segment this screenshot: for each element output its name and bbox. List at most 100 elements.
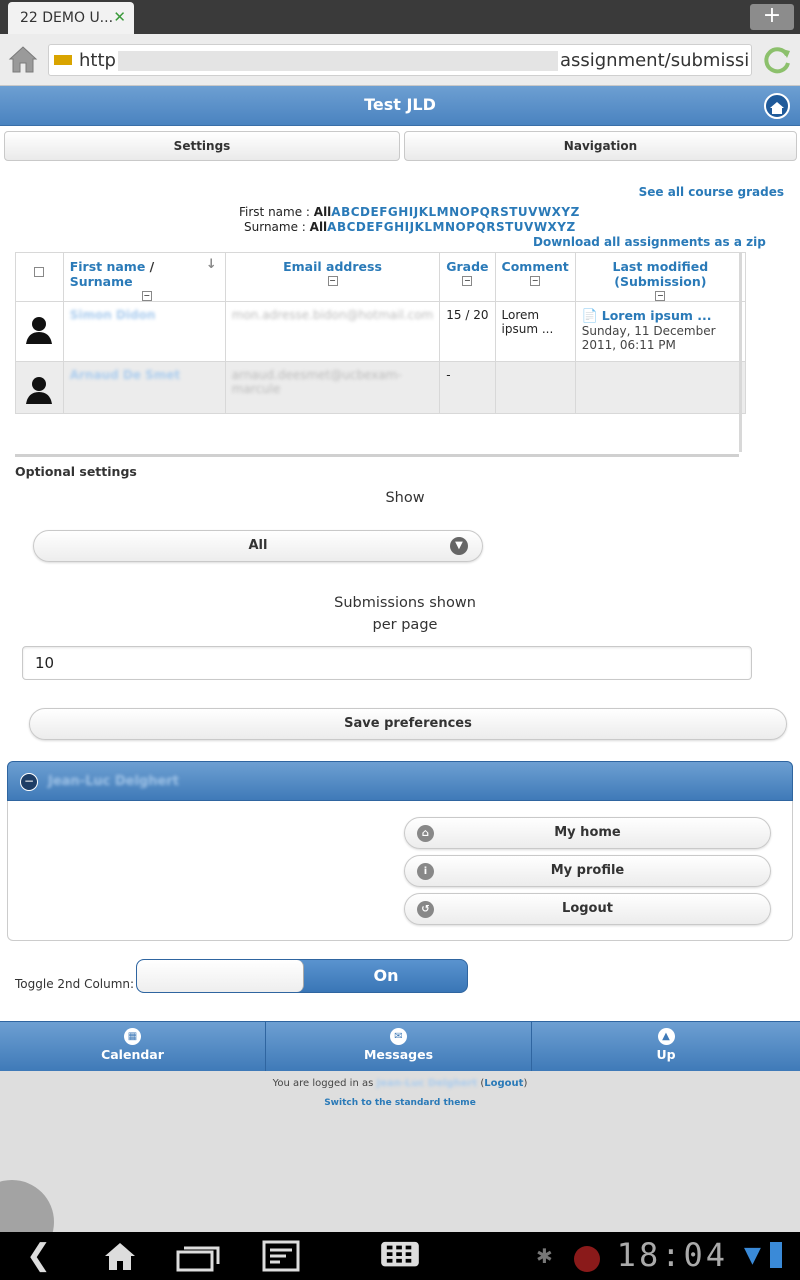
my-profile-button[interactable]: i My profile xyxy=(404,855,771,887)
table-horizontal-scrollbar[interactable] xyxy=(15,454,739,457)
page-title: Test JLD xyxy=(364,95,436,114)
show-select-value: All xyxy=(248,538,268,553)
messages-label: Messages xyxy=(363,1047,434,1062)
logout-label: Logout xyxy=(562,901,613,916)
email-cell: mon.adresse.bidon@hotmail.com xyxy=(224,301,441,362)
reload-icon[interactable] xyxy=(760,43,794,77)
system-bar: ❮ ✱ 18:04 ▼ xyxy=(0,1232,800,1280)
segment-bar: Settings Navigation xyxy=(0,128,800,164)
new-tab-button[interactable]: + xyxy=(750,4,794,30)
firstname-filter-label: First name : xyxy=(239,205,314,219)
calendar-label: Calendar xyxy=(101,1047,164,1062)
email-cell: arnaud.deesmet@ucbexam-marcule xyxy=(224,361,441,414)
grade-cell: 15 / 20 xyxy=(439,301,496,362)
optional-settings-title: Optional settings xyxy=(15,464,137,479)
table-vertical-scrollbar[interactable] xyxy=(739,252,742,452)
firstname-filter: First name : AllABCDEFGHIJKLMNOPQRSTUVWX… xyxy=(239,205,580,219)
user-block-header[interactable]: − Jean-Luc Delghert xyxy=(7,761,793,801)
url-input[interactable]: http assignment/submissi... xyxy=(48,44,752,76)
navigation-button[interactable]: Navigation xyxy=(404,131,797,161)
comment-collapse-icon[interactable]: − xyxy=(530,276,541,286)
show-select[interactable]: All ▼ xyxy=(33,530,483,562)
home-icon[interactable] xyxy=(102,1240,138,1272)
show-label: Show xyxy=(385,490,425,506)
calendar-button[interactable]: ▦ Calendar xyxy=(0,1022,266,1072)
submissions-table: First name / Surname ↓ − Email address −… xyxy=(15,252,747,414)
grade-cell: - xyxy=(439,361,496,414)
calendar-icon: ▦ xyxy=(124,1028,141,1045)
chevron-up-icon: ▲ xyxy=(657,1028,675,1045)
save-preferences-button[interactable]: Save preferences xyxy=(29,708,787,740)
firstname-filter-all: All xyxy=(313,205,332,219)
logged-in-user-link[interactable]: Jean-Luc Delghert xyxy=(376,1078,477,1089)
settings-button[interactable]: Settings xyxy=(4,131,400,161)
modified-header-label[interactable]: Last modified (Submission) xyxy=(613,259,709,289)
firstname-filter-letters[interactable]: ABCDEFGHIJKLMNOPQRSTUVWXYZ xyxy=(331,205,580,219)
email-collapse-icon[interactable]: − xyxy=(327,276,338,286)
name-collapse-icon[interactable]: − xyxy=(141,291,152,301)
student-name-link[interactable]: Arnaud De Smet xyxy=(70,368,180,382)
envelope-icon: ✉ xyxy=(390,1028,407,1045)
table-row: Simon Didon mon.adresse.bidon@hotmail.co… xyxy=(15,301,747,362)
surname-sort-link[interactable]: Surname xyxy=(70,274,133,289)
per-page-label-line-2: per page xyxy=(372,617,438,633)
switch-theme-link[interactable]: Switch to the standard theme xyxy=(324,1098,476,1108)
toggle-column-switch[interactable]: On xyxy=(136,959,468,993)
screenshot-icon[interactable] xyxy=(262,1240,300,1272)
surname-filter-letters[interactable]: ABCDEFGHIJKLMNOPQRSTUVWXYZ xyxy=(327,220,576,234)
notification-badge-icon[interactable] xyxy=(574,1246,600,1272)
surname-filter: Surname : AllABCDEFGHIJKLMNOPQRSTUVWXYZ xyxy=(244,220,576,234)
student-name-link[interactable]: Simon Didon xyxy=(70,308,156,322)
surname-filter-label: Surname : xyxy=(244,220,310,234)
grade-collapse-icon[interactable]: − xyxy=(462,276,473,286)
select-all-checkbox[interactable] xyxy=(34,267,45,277)
logout-button[interactable]: ↺ Logout xyxy=(404,893,771,925)
grade-header-label[interactable]: Grade xyxy=(446,259,488,274)
avatar[interactable] xyxy=(24,314,54,344)
student-email: mon.adresse.bidon@hotmail.com xyxy=(231,308,434,322)
chevron-down-icon: ▼ xyxy=(450,537,468,555)
apps-grid-icon[interactable] xyxy=(378,1240,422,1272)
student-email: arnaud.deesmet@ucbexam-marcule xyxy=(231,368,402,396)
collapse-minus-icon[interactable]: − xyxy=(20,773,38,791)
download-zip-link[interactable]: Download all assignments as a zip xyxy=(533,235,766,249)
up-label: Up xyxy=(656,1047,676,1062)
toggle-knob[interactable] xyxy=(137,960,304,992)
per-page-input[interactable]: 10 xyxy=(22,646,752,680)
logged-in-prefix: You are logged in as xyxy=(272,1078,377,1089)
email-header-label[interactable]: Email address xyxy=(283,259,382,274)
name-sep: / xyxy=(145,259,155,274)
file-icon: 📄 xyxy=(581,309,598,324)
up-button[interactable]: ▲ Up xyxy=(532,1022,800,1072)
messages-button[interactable]: ✉ Messages xyxy=(266,1022,532,1072)
url-blurred-segment xyxy=(117,51,558,71)
modified-collapse-icon[interactable]: − xyxy=(655,291,666,301)
footer-nav: ▦ Calendar ✉ Messages ▲ Up xyxy=(0,1021,800,1072)
url-start: http xyxy=(79,50,116,71)
select-all-header xyxy=(15,252,64,302)
grade-header: Grade − xyxy=(439,252,496,302)
comment-header-label[interactable]: Comment xyxy=(502,259,569,274)
firstname-sort-link[interactable]: First name xyxy=(70,259,146,274)
comment-header: Comment − xyxy=(494,252,576,302)
status-clock: 18:04 xyxy=(616,1236,728,1274)
header-home-icon[interactable] xyxy=(764,93,790,119)
tab-close-icon[interactable]: ✕ xyxy=(113,8,126,26)
back-icon[interactable]: ❮ xyxy=(26,1240,51,1272)
app-header: Test JLD xyxy=(0,86,800,126)
my-home-button[interactable]: ⌂ My home xyxy=(404,817,771,849)
toggle-state-label: On xyxy=(373,966,399,985)
browser-tab[interactable]: 22 DEMO U... ✕ xyxy=(8,2,134,34)
course-grades-link[interactable]: See all course grades xyxy=(639,185,784,199)
modified-cell xyxy=(574,361,747,414)
submission-link[interactable]: Lorem ipsum ... xyxy=(602,308,712,323)
browser-url-bar: http assignment/submissi... xyxy=(0,34,800,86)
footer-logout-link[interactable]: Logout xyxy=(484,1078,523,1089)
browser-home-icon[interactable] xyxy=(6,42,40,76)
avatar[interactable] xyxy=(24,374,54,404)
table-row: Arnaud De Smet arnaud.deesmet@ucbexam-ma… xyxy=(15,361,747,414)
name-cell: Arnaud De Smet xyxy=(62,361,226,414)
table-header-row: First name / Surname ↓ − Email address −… xyxy=(15,252,747,302)
my-profile-label: My profile xyxy=(550,863,625,878)
recent-apps-icon[interactable] xyxy=(176,1240,224,1272)
